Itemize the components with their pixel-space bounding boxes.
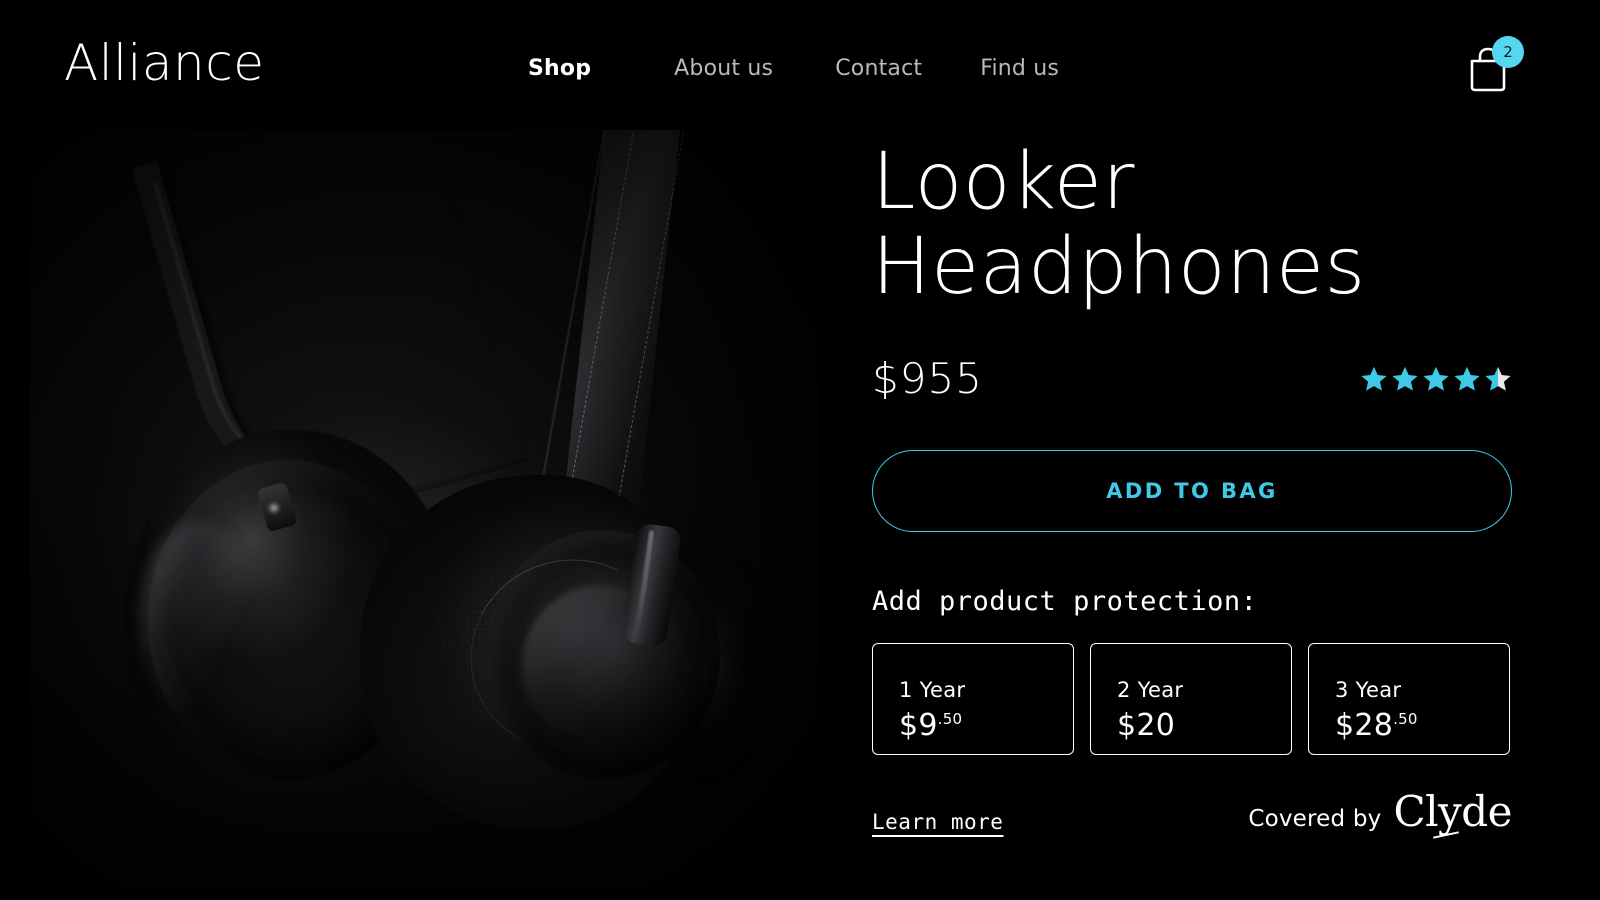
clyde-wordmark: Clyde — [1393, 787, 1512, 836]
plan-price: $28.50 — [1335, 707, 1418, 743]
plan-price-amount: $28 — [1335, 707, 1394, 743]
plan-term: 3 Year — [1335, 677, 1402, 702]
product-title: Looker Headphones — [872, 137, 1366, 312]
protection-plan-options: 1 Year $9.50 2 Year $20 3 Year $28.50 — [872, 643, 1512, 755]
star-icon-full — [1454, 366, 1480, 391]
covered-by-label: Covered by — [1248, 806, 1382, 832]
protection-heading: Add product protection: — [872, 586, 1258, 617]
add-to-bag-button[interactable]: ADD TO BAG — [872, 450, 1512, 532]
star-icon-full — [1361, 366, 1387, 391]
photo-vignette — [30, 130, 820, 890]
cart-count-badge: 2 — [1492, 36, 1524, 68]
protection-plan-2-year[interactable]: 2 Year $20 — [1090, 643, 1292, 755]
cart-button[interactable]: 2 — [1462, 36, 1524, 96]
protection-plan-3-year[interactable]: 3 Year $28.50 — [1308, 643, 1510, 755]
plan-price: $9.50 — [899, 707, 963, 743]
product-page: Alliance Shop About us Contact Find us 2 — [0, 0, 1600, 900]
plan-term: 1 Year — [899, 677, 966, 702]
plan-price-amount: $9 — [899, 707, 938, 743]
rating-stars[interactable] — [1360, 365, 1512, 393]
plan-price-cents: .50 — [1393, 709, 1418, 728]
clyde-logo: Clyde — [1393, 791, 1512, 839]
brand-logo[interactable]: Alliance — [64, 38, 264, 88]
product-details-panel: Looker Headphones $955 ADD TO BAG Add pr… — [872, 137, 1512, 839]
product-image — [30, 130, 820, 890]
plan-price-cents: .50 — [937, 709, 963, 728]
protection-footer: Learn more Covered by Clyde — [872, 791, 1512, 839]
plan-price: $20 — [1117, 707, 1176, 743]
plan-price-amount: $20 — [1117, 707, 1176, 743]
photo-backdrop — [30, 130, 820, 890]
star-icon-half — [1485, 366, 1511, 391]
nav-item-about-us[interactable]: About us — [674, 58, 773, 80]
nav-item-contact[interactable]: Contact — [835, 58, 922, 80]
nav-item-find-us[interactable]: Find us — [980, 58, 1059, 80]
plan-term: 2 Year — [1117, 677, 1184, 702]
covered-by-group: Covered by Clyde — [1248, 791, 1512, 839]
learn-more-link[interactable]: Learn more — [872, 812, 1003, 833]
nav-item-shop[interactable]: Shop — [528, 58, 591, 80]
site-header: Alliance Shop About us Contact Find us 2 — [0, 0, 1600, 140]
star-icon-full — [1392, 366, 1418, 391]
product-price: $955 — [872, 354, 983, 403]
main-navigation: Shop About us Contact Find us — [528, 58, 1059, 80]
protection-plan-1-year[interactable]: 1 Year $9.50 — [872, 643, 1074, 755]
star-icon-full — [1423, 366, 1449, 391]
price-and-rating-row: $955 — [872, 354, 1512, 404]
